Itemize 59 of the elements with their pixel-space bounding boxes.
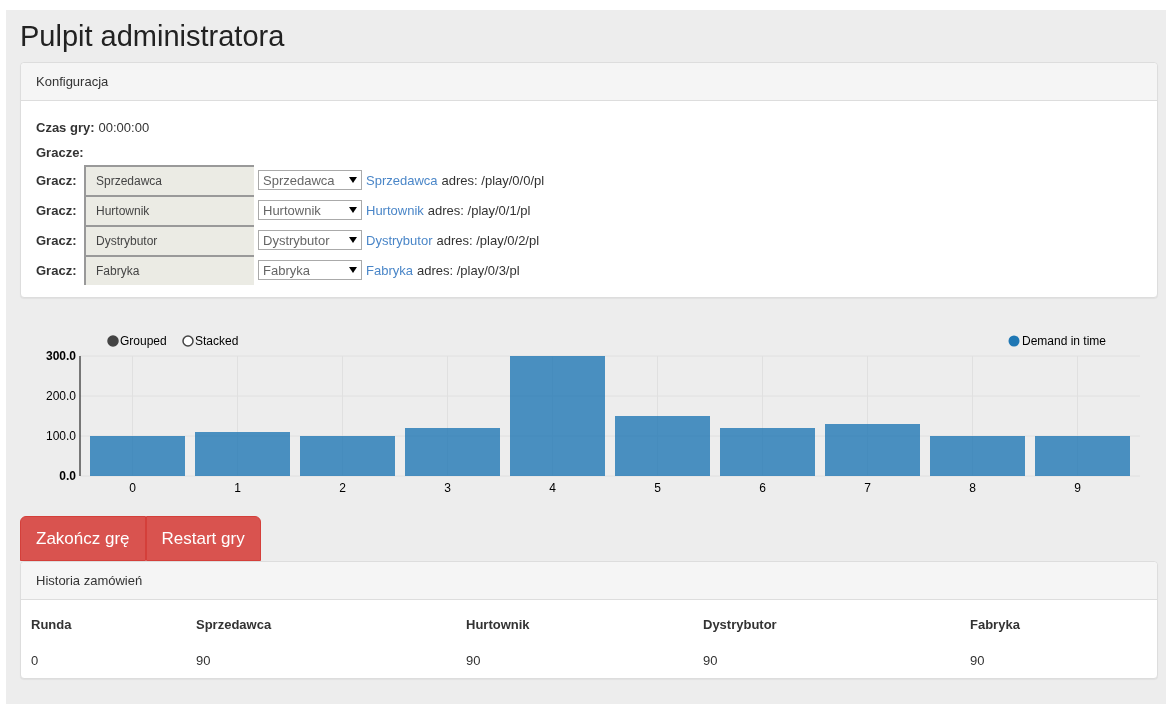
axis-label: 2 <box>339 481 346 495</box>
end-game-button[interactable]: Zakończ grę <box>20 516 146 561</box>
caret-icon <box>349 207 357 213</box>
axis-label: 1 <box>234 481 241 495</box>
address-text: adres: /play/0/3/pl <box>416 262 520 278</box>
axis-label: 100.0 <box>45 429 76 443</box>
axis-label: 0 <box>129 481 136 495</box>
player-name-field[interactable]: Hurtownik <box>84 195 254 225</box>
panel-heading: Konfiguracja <box>21 63 1157 101</box>
player-link[interactable]: Sprzedawca <box>366 172 438 188</box>
section-label: Gracze: <box>36 145 84 160</box>
column-header: Sprzedawca <box>195 615 273 634</box>
axis-label: 3 <box>444 481 451 495</box>
player-link[interactable]: Hurtownik <box>366 202 424 218</box>
caret-icon <box>349 237 357 243</box>
axis-label: 8 <box>969 481 976 495</box>
column-header: Dystrybutor <box>702 615 778 634</box>
axis-label: 6 <box>759 481 766 495</box>
column-header: Fabryka <box>969 615 1021 634</box>
caret-icon <box>349 177 357 183</box>
restart-button[interactable]: Restart gry <box>145 516 261 561</box>
axis-label: 9 <box>1074 481 1081 495</box>
page-title: Pulpit administratora <box>20 19 286 54</box>
time-value: 00:00:00 <box>98 120 150 135</box>
table-cell-text: 90 <box>969 651 986 670</box>
player-link[interactable]: Fabryka <box>366 262 413 278</box>
axis-label: 0.0 <box>59 469 76 483</box>
table-cell-text: 90 <box>702 651 719 670</box>
role-select[interactable]: Hurtownik <box>258 200 362 220</box>
field-label: Gracz: <box>36 172 78 188</box>
column-header: Runda <box>30 615 73 634</box>
mode-option[interactable]: Stacked <box>182 334 239 348</box>
legend-item[interactable]: Demand in time <box>1008 334 1107 348</box>
caret-icon <box>349 267 357 273</box>
table-cell-text: 90 <box>465 651 482 670</box>
field-label: Gracz: <box>36 232 78 248</box>
player-name-field[interactable]: Dystrybutor <box>84 225 254 255</box>
player-name-field[interactable]: Sprzedawca <box>84 165 254 195</box>
axis-label: 5 <box>654 481 661 495</box>
axis-label: 7 <box>864 481 871 495</box>
field-label: Gracz: <box>36 202 78 218</box>
field-label: Gracz: <box>36 262 78 278</box>
mode-option[interactable]: Grouped <box>107 334 167 348</box>
axis-label: 200.0 <box>45 389 76 403</box>
address-text: adres: /play/0/0/pl <box>441 172 545 188</box>
field-label: Czas gry: <box>36 120 95 135</box>
axis-label: 4 <box>549 481 556 495</box>
column-header: Hurtownik <box>465 615 531 634</box>
table-cell-text: 90 <box>195 651 212 670</box>
axis-label: 300.0 <box>45 349 76 363</box>
address-text: adres: /play/0/1/pl <box>427 202 531 218</box>
player-link[interactable]: Dystrybutor <box>366 232 433 248</box>
address-text: adres: /play/0/2/pl <box>436 232 540 248</box>
role-select[interactable]: Sprzedawca <box>258 170 362 190</box>
table-cell-text: 0 <box>30 651 40 670</box>
player-name-field[interactable]: Fabryka <box>84 255 254 285</box>
panel-heading: Historia zamówień <box>21 562 1157 600</box>
role-select[interactable]: Dystrybutor <box>258 230 362 250</box>
role-select[interactable]: Fabryka <box>258 260 362 280</box>
